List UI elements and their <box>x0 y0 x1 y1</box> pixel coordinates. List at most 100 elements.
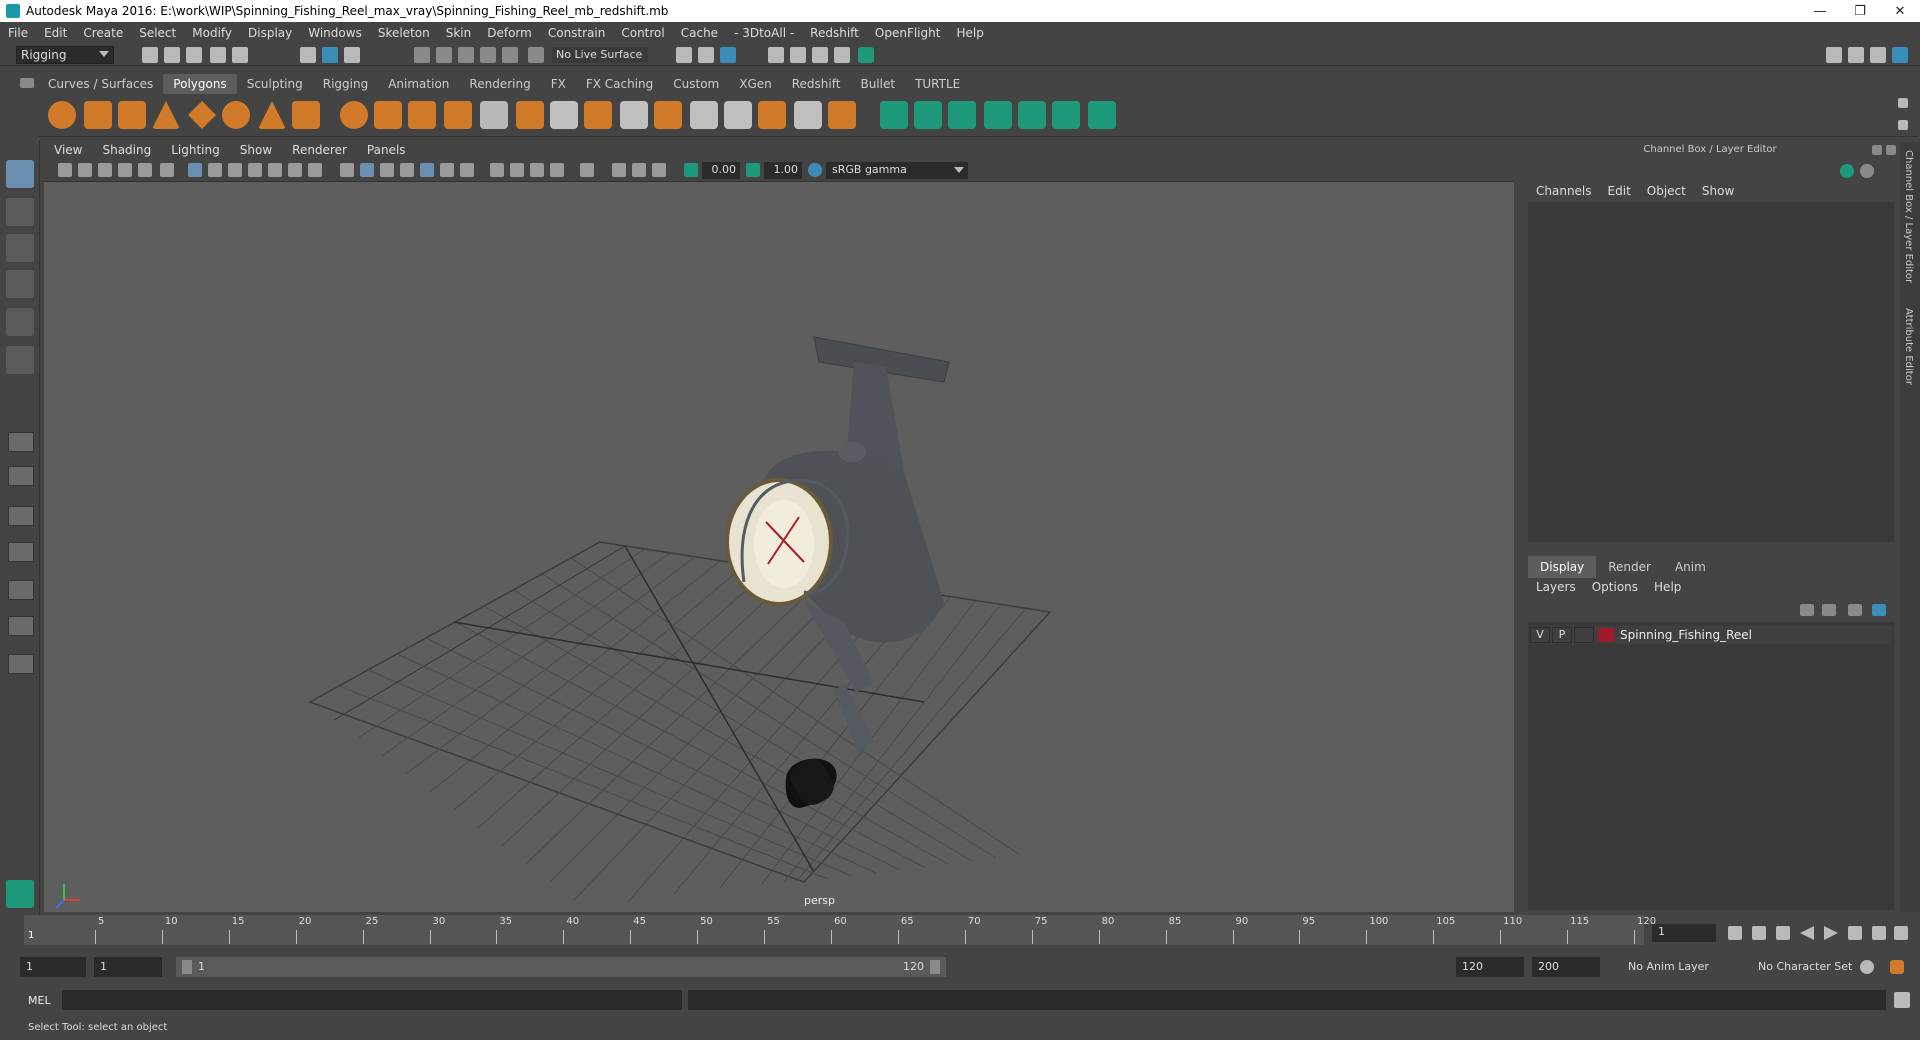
shelf-tab-custom[interactable]: Custom <box>663 74 729 94</box>
render-settings-icon[interactable] <box>812 47 828 63</box>
persp-outliner-layout-icon[interactable] <box>8 542 34 562</box>
menu-deform[interactable]: Deform <box>479 26 540 40</box>
layer-display-type[interactable] <box>1574 627 1594 643</box>
safe-title-icon[interactable] <box>308 163 322 177</box>
menu-create[interactable]: Create <box>75 26 131 40</box>
auto-key-icon[interactable] <box>1860 960 1874 974</box>
go-to-end-icon[interactable] <box>1894 926 1908 940</box>
make-live-icon[interactable] <box>528 47 544 63</box>
four-view-layout-icon[interactable] <box>8 466 34 486</box>
gamma-icon[interactable] <box>746 163 760 177</box>
layer-color-swatch[interactable] <box>1598 628 1614 642</box>
append-icon[interactable] <box>654 101 682 129</box>
select-component-icon[interactable] <box>344 47 360 63</box>
menu-cache[interactable]: Cache <box>673 26 726 40</box>
side-tab-attribute-editor[interactable]: Attribute Editor <box>1903 308 1914 385</box>
move-tool-icon[interactable] <box>6 270 34 298</box>
snap-grid-icon[interactable] <box>414 47 430 63</box>
motion-blur-icon[interactable] <box>510 163 524 177</box>
menu-openflight[interactable]: OpenFlight <box>867 26 949 40</box>
xray-components-icon[interactable] <box>652 163 666 177</box>
shelf-tab-animation[interactable]: Animation <box>378 74 459 94</box>
menu-display[interactable]: Display <box>240 26 300 40</box>
gamma-field[interactable]: 1.00 <box>764 162 802 179</box>
go-to-start-icon[interactable] <box>1728 926 1742 940</box>
menu-skeleton[interactable]: Skeleton <box>370 26 438 40</box>
new-layer-selected-icon[interactable] <box>1872 604 1886 616</box>
shelf-tab-bullet[interactable]: Bullet <box>850 74 905 94</box>
lasso-tool-icon[interactable] <box>6 198 34 226</box>
shelf-tab-redshift[interactable]: Redshift <box>782 74 851 94</box>
channel-box-menu-channels[interactable]: Channels <box>1528 184 1600 198</box>
play-backwards-icon[interactable] <box>1800 926 1814 940</box>
menu-select[interactable]: Select <box>131 26 184 40</box>
select-tool-icon[interactable] <box>6 160 34 188</box>
poly-torus-icon[interactable] <box>222 101 250 129</box>
menu-file[interactable]: File <box>0 26 36 40</box>
automatic-map-icon[interactable] <box>914 101 942 129</box>
persp-graph-layout-icon[interactable] <box>8 506 34 526</box>
tool-settings-toggle-icon[interactable] <box>1870 47 1886 63</box>
hypershade-icon[interactable] <box>834 47 850 63</box>
perspective-viewport[interactable]: persp <box>44 182 1514 912</box>
xray-joints-icon[interactable] <box>632 163 646 177</box>
exposure-field[interactable]: 0.00 <box>702 162 740 179</box>
menu-skin[interactable]: Skin <box>438 26 480 40</box>
camera-attributes-icon[interactable] <box>78 163 92 177</box>
play-forwards-icon[interactable] <box>1824 926 1838 940</box>
layer-name[interactable]: Spinning_Fishing_Reel <box>1620 628 1752 642</box>
shelf-scroll-up-icon[interactable] <box>1898 98 1908 108</box>
single-perspective-layout-icon[interactable] <box>8 432 34 452</box>
layer-tab-render[interactable]: Render <box>1596 556 1663 578</box>
animation-start-field[interactable]: 1 <box>20 957 86 977</box>
render-frame-icon[interactable] <box>768 47 784 63</box>
field-chart-icon[interactable] <box>268 163 282 177</box>
ipr-render-icon[interactable] <box>790 47 806 63</box>
maya-home-icon[interactable] <box>6 880 34 908</box>
gate-mask-icon[interactable] <box>248 163 262 177</box>
shelf-menu-icon[interactable] <box>20 78 34 88</box>
target-weld-icon[interactable] <box>724 101 752 129</box>
playback-end-field[interactable]: 120 <box>1456 957 1524 977</box>
multi-cut-icon[interactable] <box>690 101 718 129</box>
modeling-toolkit-icon[interactable] <box>1826 47 1842 63</box>
open-scene-icon[interactable] <box>164 47 180 63</box>
layer-row[interactable]: V P Spinning_Fishing_Reel <box>1530 626 1892 644</box>
wireframe-icon[interactable] <box>340 163 354 177</box>
poly-cylinder-icon[interactable] <box>118 101 146 129</box>
viewport-menu-lighting[interactable]: Lighting <box>161 143 230 159</box>
isolate-select-icon[interactable] <box>580 163 594 177</box>
menu-control[interactable]: Control <box>613 26 672 40</box>
bevel-icon[interactable] <box>620 101 648 129</box>
smooth-icon[interactable] <box>444 101 472 129</box>
unfold-uvs-icon[interactable] <box>1088 101 1116 129</box>
channel-box-menu-show[interactable]: Show <box>1694 184 1742 198</box>
depth-of-field-icon[interactable] <box>550 163 564 177</box>
layout-uvs-icon[interactable] <box>1018 101 1046 129</box>
output-ops-icon[interactable] <box>698 47 714 63</box>
cylindrical-map-icon[interactable] <box>948 101 976 129</box>
channel-box-toggle-icon[interactable] <box>1892 47 1908 63</box>
side-tab-channel-box[interactable]: Channel Box / Layer Editor <box>1903 150 1914 283</box>
wireframe-on-shaded-icon[interactable] <box>400 163 414 177</box>
menu-windows[interactable]: Windows <box>300 26 370 40</box>
snap-point-icon[interactable] <box>458 47 474 63</box>
layer-menu-layers[interactable]: Layers <box>1528 580 1584 594</box>
animation-preferences-icon[interactable] <box>1890 960 1904 974</box>
layer-tab-display[interactable]: Display <box>1528 556 1597 578</box>
checker-map-icon[interactable] <box>1052 101 1080 129</box>
booleans-icon[interactable] <box>480 101 508 129</box>
menu-redshift[interactable]: Redshift <box>802 26 867 40</box>
grease-pencil-icon[interactable] <box>160 163 174 177</box>
shelf-tab-rigging[interactable]: Rigging <box>313 74 378 94</box>
channel-box-menu-edit[interactable]: Edit <box>1600 184 1639 198</box>
viewport-menu-panels[interactable]: Panels <box>357 143 416 159</box>
channel-box-area[interactable] <box>1528 202 1894 542</box>
menu-set-dropdown[interactable]: Rigging <box>16 46 114 64</box>
edge-loop-icon[interactable] <box>758 101 786 129</box>
new-empty-layer-icon[interactable] <box>1848 604 1862 616</box>
channel-box-menu-object[interactable]: Object <box>1639 184 1694 198</box>
snap-view-icon[interactable] <box>502 47 518 63</box>
step-forward-key-icon[interactable] <box>1872 926 1886 940</box>
viewport-menu-show[interactable]: Show <box>230 143 282 159</box>
